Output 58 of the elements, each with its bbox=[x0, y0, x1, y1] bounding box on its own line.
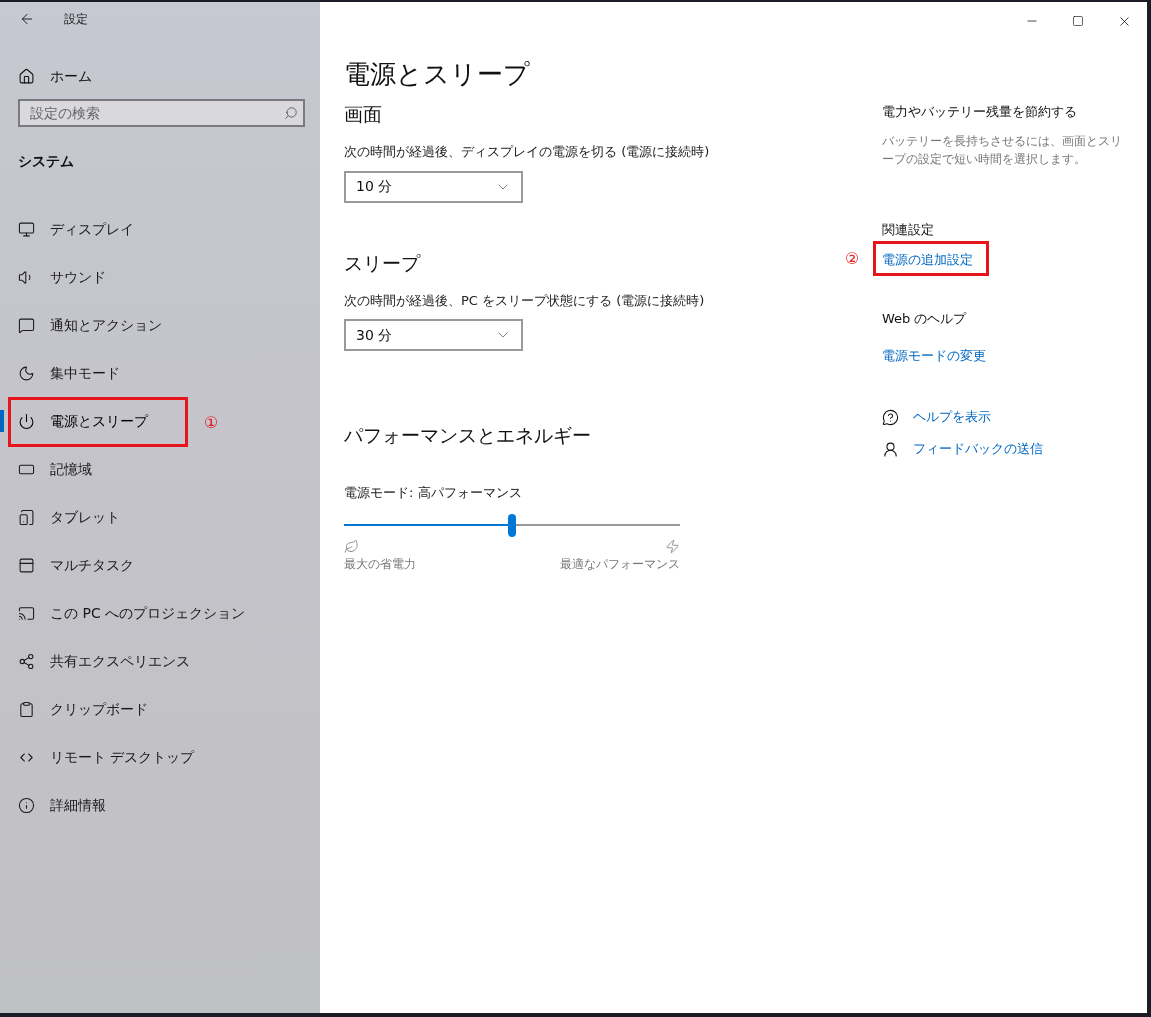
setting-label: 次の時間が経過後、PC をスリープ状態にする (電源に接続時) bbox=[344, 291, 705, 310]
sidebar-item[interactable]: リモート デスクトップ bbox=[0, 737, 201, 777]
action-link[interactable]: ヘルプを表示 bbox=[913, 407, 991, 427]
sidebar-item[interactable]: 集中モード bbox=[0, 353, 126, 393]
help-link[interactable]: 電源モードの変更 bbox=[882, 345, 1144, 365]
section-heading: スリープ bbox=[344, 250, 422, 276]
power-mode-slider[interactable] bbox=[344, 512, 680, 537]
message-icon bbox=[18, 316, 35, 334]
section-heading: パフォーマンスとエネルギー bbox=[344, 423, 591, 448]
sidebar-item[interactable]: この PC へのプロジェクション bbox=[0, 593, 252, 633]
slider-thumb[interactable] bbox=[508, 513, 516, 537]
aside-description: バッテリーを長持ちさせるには、画面とスリープの設定で短い時間を選択します。 bbox=[882, 132, 1122, 168]
search-icon bbox=[284, 106, 298, 120]
slider-min-label: 最大の省電力 bbox=[344, 555, 416, 573]
sidebar-item[interactable]: ディスプレイ bbox=[0, 209, 140, 249]
bolt-icon bbox=[665, 538, 680, 554]
moon-icon bbox=[18, 364, 35, 382]
person-icon bbox=[882, 440, 899, 458]
aside-heading: 関連設定 bbox=[882, 220, 935, 239]
time-dropdown[interactable]: 30 分 bbox=[344, 319, 523, 351]
sidebar-item[interactable]: サウンド bbox=[0, 257, 112, 297]
related-link[interactable]: 電源の追加設定 bbox=[882, 252, 973, 267]
setting-label: 電源モード: 高パフォーマンス bbox=[344, 484, 522, 502]
sidebar-item[interactable]: 記憶域 bbox=[0, 449, 98, 489]
aside-heading: Web のヘルプ bbox=[882, 310, 968, 328]
sidebar-item[interactable]: 通知とアクション bbox=[0, 305, 168, 345]
tablet-icon bbox=[18, 508, 35, 526]
back-icon bbox=[19, 11, 35, 27]
sidebar-item[interactable]: タブレット bbox=[0, 497, 126, 537]
power-icon bbox=[18, 412, 35, 430]
annotation-number: ② bbox=[845, 248, 860, 270]
page-title: 電源とスリープ bbox=[344, 58, 530, 91]
search-field[interactable]: 設定の検索 bbox=[18, 99, 305, 127]
setting-label: 次の時間が経過後、ディスプレイの電源を切る (電源に接続時) bbox=[344, 143, 710, 161]
section-heading: 画面 bbox=[344, 102, 383, 127]
maximize-icon bbox=[1072, 15, 1084, 27]
leaf-icon bbox=[344, 538, 359, 554]
share-icon bbox=[18, 652, 35, 670]
sidebar-item[interactable]: クリップボード bbox=[0, 689, 154, 729]
aside-heading: 電力やバッテリー残量を節約する bbox=[882, 103, 1078, 121]
clipboard-icon bbox=[18, 700, 35, 718]
sidebar-item[interactable]: 詳細情報 bbox=[0, 785, 112, 825]
slider-max-label: 最適なパフォーマンス bbox=[560, 555, 680, 573]
projection-icon bbox=[18, 604, 35, 622]
sidebar-item[interactable]: 共有エクスペリエンス bbox=[0, 641, 196, 681]
home-icon bbox=[18, 67, 35, 85]
info-icon bbox=[18, 796, 35, 814]
window-title: 設定 bbox=[64, 11, 88, 28]
section-heading: システム bbox=[18, 152, 75, 171]
action-link[interactable]: フィードバックの送信 bbox=[913, 439, 1043, 459]
monitor-icon bbox=[18, 220, 35, 238]
time-dropdown[interactable]: 10 分 bbox=[344, 170, 523, 203]
sidebar-item[interactable]: 電源とスリープ bbox=[0, 401, 154, 441]
sidebar-item[interactable]: マルチタスク bbox=[0, 545, 140, 585]
windows-icon bbox=[18, 556, 35, 574]
home-link[interactable]: ホーム bbox=[0, 58, 320, 94]
annotation-number: ① bbox=[204, 412, 219, 434]
help-icon bbox=[882, 408, 899, 426]
